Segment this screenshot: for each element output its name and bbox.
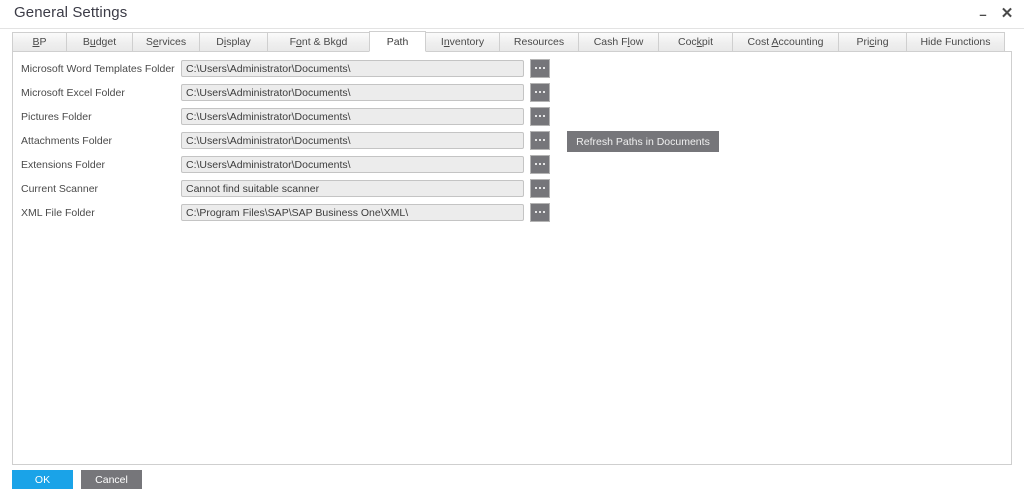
field-label: Microsoft Excel Folder xyxy=(21,87,125,99)
dialog-footer: OK Cancel xyxy=(12,470,142,489)
tab-label: Pricing xyxy=(856,36,888,48)
ellipsis-icon xyxy=(535,163,545,165)
browse-ellipsis-button[interactable] xyxy=(530,107,550,126)
tab-path[interactable]: Path xyxy=(369,31,426,52)
title-bar: General Settings – ✕ xyxy=(0,0,1024,29)
path-input[interactable] xyxy=(181,132,524,149)
form-row: XML File Folder xyxy=(13,204,558,224)
tab-resources[interactable]: Resources xyxy=(499,32,579,52)
cancel-button[interactable]: Cancel xyxy=(81,470,142,489)
field-label: Pictures Folder xyxy=(21,111,92,123)
tab-label: BP xyxy=(32,36,46,48)
page-title: General Settings xyxy=(14,4,127,21)
path-input[interactable] xyxy=(181,180,524,197)
minimize-icon[interactable]: – xyxy=(974,3,992,24)
ellipsis-icon xyxy=(535,115,545,117)
ellipsis-icon xyxy=(535,91,545,93)
tab-label: Cash Flow xyxy=(594,36,644,48)
path-settings-form: Refresh Paths in Documents Microsoft Wor… xyxy=(13,52,1011,464)
field-label: Current Scanner xyxy=(21,183,98,195)
tab-hide-functions[interactable]: Hide Functions xyxy=(906,32,1005,52)
form-row: Pictures Folder xyxy=(13,108,558,128)
tab-budget[interactable]: Budget xyxy=(66,32,133,52)
tab-bp[interactable]: BP xyxy=(12,32,67,52)
ellipsis-icon xyxy=(535,187,545,189)
tab-display[interactable]: Display xyxy=(199,32,268,52)
browse-ellipsis-button[interactable] xyxy=(530,83,550,102)
tab-label: Font & Bkgd xyxy=(290,36,348,48)
form-row: Extensions Folder xyxy=(13,156,558,176)
tab-label: Resources xyxy=(514,36,564,48)
field-label: Microsoft Word Templates Folder xyxy=(21,63,175,75)
tab-label: Cost Accounting xyxy=(748,36,824,48)
ellipsis-icon xyxy=(535,211,545,213)
tab-label: Cockpit xyxy=(678,36,713,48)
tab-cockpit[interactable]: Cockpit xyxy=(658,32,733,52)
path-input[interactable] xyxy=(181,60,524,77)
tab-label: Hide Functions xyxy=(920,36,990,48)
form-row: Attachments Folder xyxy=(13,132,558,152)
browse-ellipsis-button[interactable] xyxy=(530,59,550,78)
browse-ellipsis-button[interactable] xyxy=(530,179,550,198)
path-input[interactable] xyxy=(181,204,524,221)
browse-ellipsis-button[interactable] xyxy=(530,131,550,150)
window-controls: – ✕ xyxy=(974,3,1016,24)
path-input[interactable] xyxy=(181,84,524,101)
close-icon[interactable]: ✕ xyxy=(998,5,1016,23)
form-row: Microsoft Word Templates Folder xyxy=(13,60,558,80)
ellipsis-icon xyxy=(535,67,545,69)
browse-ellipsis-button[interactable] xyxy=(530,203,550,222)
tab-label: Budget xyxy=(83,36,116,48)
field-label: Attachments Folder xyxy=(21,135,112,147)
tab-cash-flow[interactable]: Cash Flow xyxy=(578,32,659,52)
refresh-paths-in-documents-button[interactable]: Refresh Paths in Documents xyxy=(567,131,719,152)
ok-button[interactable]: OK xyxy=(12,470,73,489)
field-label: XML File Folder xyxy=(21,207,95,219)
tab-cost-accounting[interactable]: Cost Accounting xyxy=(732,32,839,52)
tab-strip: BP Budget Services Display Font & Bkgd Path In… xyxy=(12,31,1012,52)
tab-services[interactable]: Services xyxy=(132,32,200,52)
tab-label: Path xyxy=(387,36,409,48)
ellipsis-icon xyxy=(535,139,545,141)
tab-inventory[interactable]: Inventory xyxy=(425,32,500,52)
browse-ellipsis-button[interactable] xyxy=(530,155,550,174)
field-label: Extensions Folder xyxy=(21,159,105,171)
form-row: Microsoft Excel Folder xyxy=(13,84,558,104)
path-input[interactable] xyxy=(181,156,524,173)
tab-label: Services xyxy=(146,36,186,48)
tab-label: Display xyxy=(216,36,250,48)
tab-font-bkgd[interactable]: Font & Bkgd xyxy=(267,32,370,52)
tab-label: Inventory xyxy=(441,36,484,48)
tab-pricing[interactable]: Pricing xyxy=(838,32,907,52)
form-row: Current Scanner xyxy=(13,180,558,200)
path-input[interactable] xyxy=(181,108,524,125)
tab-panel-path: Refresh Paths in Documents Microsoft Wor… xyxy=(12,51,1012,465)
